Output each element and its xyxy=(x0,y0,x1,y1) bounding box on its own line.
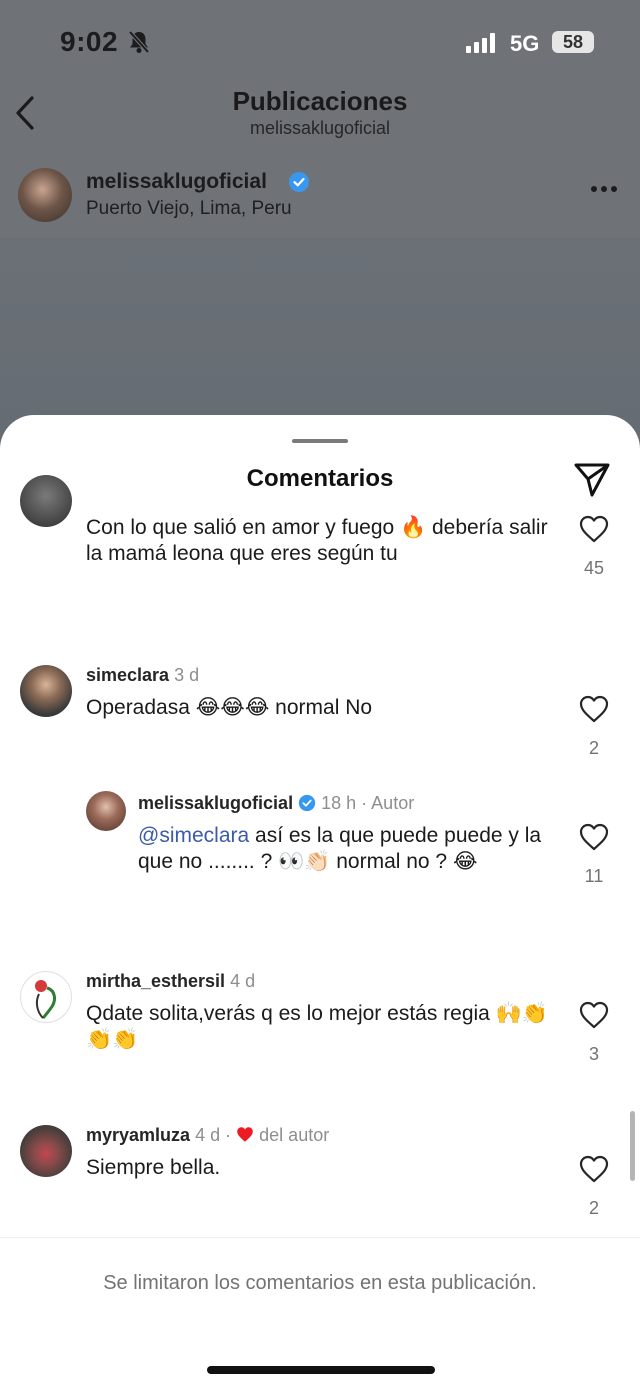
comment-item: simeclara 3 d Operadasa 😂😂😂 normal No 2 xyxy=(0,665,640,795)
heart-icon[interactable] xyxy=(579,695,609,723)
comment-meta: mirtha_esthersil 4 d xyxy=(86,971,255,992)
like-count: 45 xyxy=(583,558,605,578)
commenter-avatar[interactable] xyxy=(86,791,126,831)
signal-icon xyxy=(466,33,498,58)
comments-limited-note: Se limitaron los comentarios en esta pub… xyxy=(103,1272,537,1294)
verified-badge-icon xyxy=(298,794,316,812)
red-heart-icon xyxy=(237,1127,253,1142)
comment-meta: melissaklugoficial 18 h · Autor xyxy=(138,793,414,814)
like-button[interactable]: 2 xyxy=(578,1155,610,1219)
liked-by-author-label: del autor xyxy=(259,1125,330,1145)
like-count: 2 xyxy=(588,1198,599,1218)
top-nav: Publicaciones melissaklugoficial xyxy=(0,80,640,150)
comment-time: 18 h xyxy=(321,793,357,813)
comment-text: Qdate solita,verás q es lo mejor estás r… xyxy=(86,1002,548,1051)
more-options-icon[interactable] xyxy=(590,180,618,198)
comment-text: Operadasa 😂😂😂 normal No xyxy=(86,696,373,719)
bell-muted-icon xyxy=(128,30,150,59)
illustration-avatar-icon xyxy=(35,980,56,1020)
page-subtitle: melissaklugoficial xyxy=(249,118,391,138)
home-indicator[interactable] xyxy=(207,1366,435,1374)
sheet-grabber[interactable] xyxy=(292,439,348,443)
comment-item: Con lo que salió en amor y fuego 🔥 deber… xyxy=(0,475,640,623)
like-count: 2 xyxy=(588,738,599,758)
like-count: 3 xyxy=(588,1044,599,1064)
comment-time: 4 d xyxy=(195,1125,221,1145)
reply-item: melissaklugoficial 18 h · Autor @simecla… xyxy=(0,791,640,941)
network-type: 5G xyxy=(510,31,540,56)
status-bar: 9:02 5G 58 xyxy=(0,0,640,84)
post-author-username[interactable]: melissaklugoficial xyxy=(86,170,267,194)
post-location[interactable]: Puerto Viejo, Lima, Peru xyxy=(86,198,292,220)
post-author-avatar[interactable] xyxy=(18,168,72,222)
like-button[interactable]: 45 xyxy=(578,515,610,579)
comment-text: Siempre bella. xyxy=(86,1156,221,1179)
commenter-username[interactable]: mirtha_esthersil xyxy=(86,971,225,991)
comment-text: Con lo que salió en amor y fuego 🔥 deber… xyxy=(86,516,548,565)
commenter-avatar[interactable] xyxy=(20,971,72,1023)
comment-time: 4 d xyxy=(230,971,256,991)
comments-limited-footer: Se limitaron los comentarios en esta pub… xyxy=(0,1237,640,1385)
scrollbar[interactable] xyxy=(630,1111,635,1181)
verified-badge-icon xyxy=(288,171,310,198)
page-title: Publicaciones xyxy=(232,86,408,116)
commenter-avatar[interactable] xyxy=(20,1125,72,1177)
share-icon[interactable] xyxy=(572,459,612,504)
author-tag: · Autor xyxy=(361,793,415,813)
comment-text: @simeclara así es la que puede puede y l… xyxy=(138,823,556,875)
post-header: melissaklugoficial Puerto Viejo, Lima, P… xyxy=(0,162,640,232)
commenter-username[interactable]: melissaklugoficial xyxy=(138,793,293,813)
heart-icon[interactable] xyxy=(579,823,609,851)
heart-icon[interactable] xyxy=(579,515,609,543)
comment-item: mirtha_esthersil 4 d Qdate solita,verás … xyxy=(0,971,640,1101)
battery-icon: 58 xyxy=(552,31,594,53)
heart-icon[interactable] xyxy=(579,1001,609,1029)
commenter-username[interactable]: myryamluza xyxy=(86,1125,190,1145)
like-button[interactable]: 2 xyxy=(578,695,610,759)
commenter-username[interactable]: simeclara xyxy=(86,665,169,685)
comment-item: myryamluza 4 d · del autor Siempre bella… xyxy=(0,1125,640,1235)
comments-sheet: Comentarios Con lo que salió en amor y f… xyxy=(0,415,640,1385)
meta-separator: · xyxy=(225,1125,232,1145)
comment-meta: myryamluza 4 d · del autor xyxy=(86,1125,329,1146)
commenter-avatar[interactable] xyxy=(20,665,72,717)
like-count: 11 xyxy=(584,866,604,886)
heart-icon[interactable] xyxy=(579,1155,609,1183)
commenter-avatar[interactable] xyxy=(20,475,72,527)
mention-link[interactable]: @simeclara xyxy=(138,824,249,847)
status-time: 9:02 xyxy=(60,26,119,57)
like-button[interactable]: 3 xyxy=(578,1001,610,1065)
comment-time: 3 d xyxy=(174,665,200,685)
like-button[interactable]: 11 xyxy=(578,823,610,887)
comment-meta: simeclara 3 d xyxy=(86,665,199,686)
sheet-title: Comentarios xyxy=(246,465,394,492)
